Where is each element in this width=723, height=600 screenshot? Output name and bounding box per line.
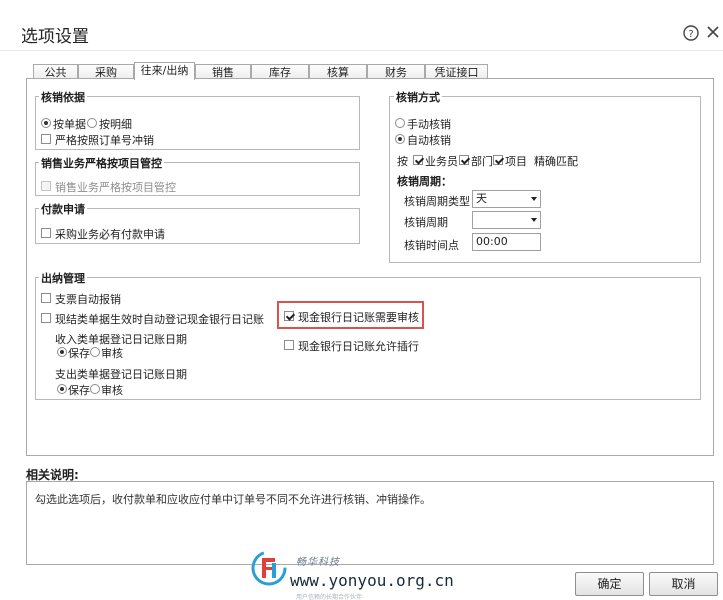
watermark-url: www.yonyou.org.cn <box>290 571 454 590</box>
check-auto-reimburse-checkbox[interactable] <box>41 293 51 303</box>
period-type-select[interactable]: 天 <box>472 190 541 208</box>
income-radio-save-label: 保存 <box>68 347 90 360</box>
cancel-button[interactable]: 取消 <box>649 572 718 596</box>
sales-control-group-title: 销售业务严格按项目管控 <box>39 155 164 171</box>
expense-radio-review[interactable] <box>90 384 100 394</box>
close-icon[interactable] <box>706 25 720 39</box>
period-type-label: 核销周期类型 <box>404 195 470 208</box>
income-radio-save[interactable] <box>57 347 67 357</box>
payment-request-label: 采购业务必有付款申请 <box>55 228 165 241</box>
income-radio-review-label: 审核 <box>101 347 123 360</box>
sales-project-control-label: 销售业务严格按项目管控 <box>55 181 176 194</box>
journal-allow-insert-checkbox[interactable] <box>284 340 294 350</box>
dept-checkbox[interactable] <box>459 155 469 165</box>
check-auto-reimburse-label: 支票自动报销 <box>55 293 121 306</box>
journal-need-review-checkbox[interactable] <box>284 311 294 321</box>
method-group-title: 核销方式 <box>394 89 442 105</box>
strict-order-checkbox[interactable] <box>41 134 51 144</box>
period-label: 核销周期 <box>404 216 448 229</box>
radio-by-document[interactable] <box>41 118 51 128</box>
tab-receivable-cashier[interactable]: 往来/出纳 <box>134 62 195 80</box>
basis-group-title: 核销依据 <box>39 89 87 105</box>
radio-auto-writeoff[interactable] <box>395 134 405 144</box>
dept-label: 部门 <box>471 155 493 168</box>
expense-radio-save-label: 保存 <box>68 384 90 397</box>
radio-by-document-label: 按单据 <box>53 118 86 131</box>
expense-journal-date-label: 支出类单据登记日记账日期 <box>55 368 187 381</box>
period-section-title: 核销周期： <box>397 175 452 188</box>
time-point-input[interactable]: 00:00 <box>472 233 541 251</box>
chevron-down-icon <box>531 197 537 201</box>
description-text: 勾选此选项后，收付款单和应收应付单中订单号不同不允许进行核销、冲销操作。 <box>35 493 431 506</box>
help-icon[interactable]: ? <box>683 25 699 41</box>
expense-radio-review-label: 审核 <box>101 384 123 397</box>
journal-need-review-label: 现金银行日记账需要审核 <box>298 311 419 324</box>
description-box: 勾选此选项后，收付款单和应收应付单中订单号不同不允许进行核销、冲销操作。 <box>26 481 714 565</box>
watermark-tagline: 用户信赖的长期合作伙伴 <box>296 594 363 600</box>
match-by-prefix: 按 <box>397 155 408 168</box>
auto-register-journal-label: 现结类单据生效时自动登记现金银行日记账 <box>55 313 264 326</box>
exact-match-label: 精确匹配 <box>534 155 578 168</box>
brand-logo-icon <box>251 550 287 586</box>
radio-manual-writeoff[interactable] <box>395 118 405 128</box>
chevron-down-icon <box>531 218 537 222</box>
period-type-value: 天 <box>476 192 487 205</box>
journal-allow-insert-label: 现金银行日记账允许插行 <box>298 340 419 353</box>
salesman-label: 业务员 <box>425 155 458 168</box>
title-divider <box>0 50 723 51</box>
period-select[interactable] <box>472 211 541 229</box>
payment-request-checkbox[interactable] <box>41 228 51 238</box>
watermark-brand: 畅华科技 <box>296 557 340 568</box>
income-radio-review[interactable] <box>90 347 100 357</box>
radio-manual-label: 手动核销 <box>407 118 451 131</box>
expense-radio-save[interactable] <box>57 384 67 394</box>
project-label: 项目 <box>505 155 527 168</box>
dialog-title: 选项设置 <box>21 27 89 47</box>
payment-request-group-title: 付款申请 <box>39 201 87 217</box>
radio-auto-label: 自动核销 <box>407 134 451 147</box>
radio-by-detail[interactable] <box>87 118 97 128</box>
salesman-checkbox[interactable] <box>413 155 423 165</box>
ok-button[interactable]: 确定 <box>575 572 644 596</box>
strict-order-label: 严格按照订单号冲销 <box>55 134 154 147</box>
time-point-label: 核销时间点 <box>404 239 459 252</box>
sales-project-control-checkbox[interactable] <box>41 181 51 191</box>
radio-by-detail-label: 按明细 <box>99 118 132 131</box>
project-checkbox[interactable] <box>493 155 503 165</box>
svg-text:?: ? <box>688 29 693 40</box>
auto-register-journal-checkbox[interactable] <box>41 313 51 323</box>
cashier-group-title: 出纳管理 <box>39 270 87 286</box>
